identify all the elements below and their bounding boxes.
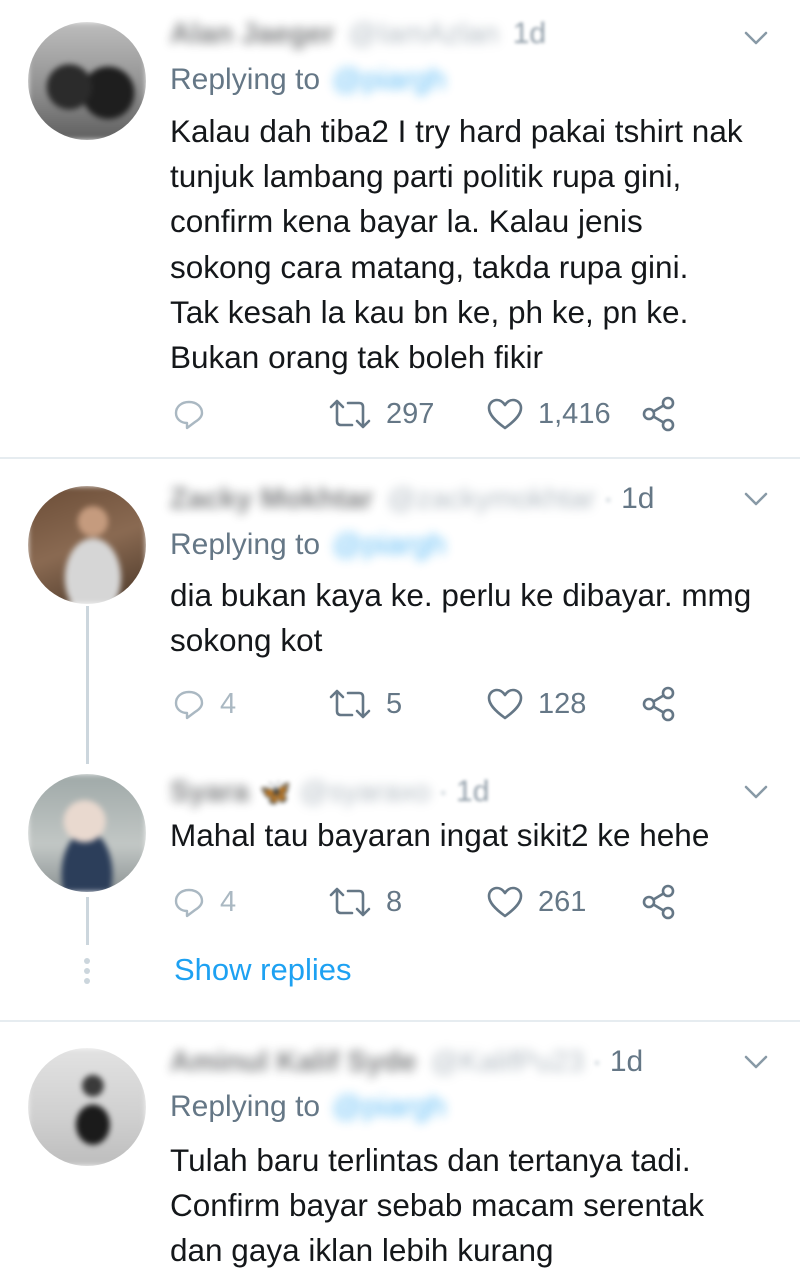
replying-handle-link[interactable]: @piargh xyxy=(332,1090,446,1124)
user-handle[interactable]: @IamAzlan xyxy=(348,18,498,51)
tweet-text: Tulah baru terlintas dan tertanya tadi. … xyxy=(170,1138,790,1274)
reply-button[interactable]: 4 xyxy=(172,882,236,922)
like-icon xyxy=(487,398,523,430)
reply-icon xyxy=(174,400,204,430)
tweet-header: Alan Jaeger @IamAzlan 1d xyxy=(170,14,546,54)
share-button[interactable] xyxy=(640,394,678,434)
tweet-text-line: dan gaya iklan lebih kurang xyxy=(170,1232,554,1269)
reply-count: 4 xyxy=(220,885,237,918)
user-handle[interactable]: @zackymokhtar xyxy=(387,483,595,516)
reply-button[interactable] xyxy=(172,394,220,434)
chevron-down-icon[interactable] xyxy=(740,22,772,54)
chevron-down-icon[interactable] xyxy=(740,1046,772,1078)
chevron-down-icon[interactable] xyxy=(740,776,772,808)
like-icon xyxy=(487,688,523,720)
tweet-text-line: Mahal tau bayaran ingat sikit2 ke hehe xyxy=(170,817,710,853)
like-button[interactable]: 1,416 xyxy=(486,394,611,434)
display-name[interactable]: Zacky Mokhtar xyxy=(170,483,373,516)
display-name[interactable]: Aminul Kalif Syde xyxy=(170,1046,417,1079)
tweet-text: dia bukan kaya ke. perlu ke dibayar. mmg… xyxy=(170,573,790,663)
share-button[interactable] xyxy=(640,882,678,922)
replying-to: Replying to @piargh xyxy=(170,1090,446,1124)
tweet-text-line: Confirm bayar sebab macam serentak xyxy=(170,1187,704,1224)
separator-dot: · xyxy=(592,1045,602,1078)
avatar[interactable] xyxy=(28,774,146,892)
replying-label: Replying to xyxy=(170,63,321,96)
tweet[interactable]: Aminul Kalif Syde @KalifPu23 · 1d Replyi… xyxy=(0,1022,800,1280)
thread-connector-line xyxy=(86,606,89,764)
tweet-text-line: Bukan orang tak boleh fikir xyxy=(170,339,543,376)
tweet-text-line: tunjuk lambang parti politik rupa gini, xyxy=(170,158,682,195)
avatar[interactable] xyxy=(28,22,146,140)
tweet-text-line: Tak kesah la kau bn ke, ph ke, pn ke. xyxy=(170,293,689,330)
replying-handle-link[interactable]: @piargh xyxy=(332,528,446,562)
like-icon xyxy=(487,886,523,918)
retweet-count: 297 xyxy=(386,397,435,430)
like-count: 261 xyxy=(538,885,587,918)
tweet-text-line: sokong kot xyxy=(170,622,323,659)
retweet-count: 5 xyxy=(386,687,403,720)
butterfly-emoji: 🦋 xyxy=(259,776,292,807)
tweet-text: Mahal tau bayaran ingat sikit2 ke hehe xyxy=(170,813,790,858)
share-button[interactable] xyxy=(640,684,678,724)
show-replies-link[interactable]: Show replies xyxy=(174,952,351,988)
retweet-button[interactable]: 8 xyxy=(328,882,402,922)
separator-dot: · xyxy=(438,775,449,808)
display-name[interactable]: Alan Jaeger xyxy=(170,18,334,51)
display-name[interactable]: Syara xyxy=(170,776,249,809)
share-icon xyxy=(642,396,675,432)
share-icon xyxy=(642,686,675,722)
tweet[interactable]: Syara 🦋 @syaraxo · 1d Mahal tau bayaran … xyxy=(0,760,800,1000)
timestamp[interactable]: 1d xyxy=(456,775,489,809)
replying-to: Replying to @piargh xyxy=(170,528,446,562)
reply-icon xyxy=(174,888,204,918)
retweet-count: 8 xyxy=(386,885,403,918)
avatar[interactable] xyxy=(28,486,146,604)
separator-dot: · xyxy=(603,482,614,515)
replying-to: Replying to @piargh xyxy=(170,63,446,97)
share-icon xyxy=(642,884,675,920)
retweet-button[interactable]: 5 xyxy=(328,684,402,724)
replying-label: Replying to xyxy=(170,528,321,561)
chevron-down-icon[interactable] xyxy=(740,483,772,515)
tweet-header: Syara 🦋 @syaraxo · 1d xyxy=(170,772,489,812)
reply-count: 4 xyxy=(220,687,237,720)
tweet-header: Zacky Mokhtar @zackymokhtar · 1d xyxy=(170,479,654,519)
tweet-text-line: Kalau dah tiba2 I try hard pakai tshirt … xyxy=(170,113,743,149)
retweet-icon xyxy=(329,689,371,719)
avatar[interactable] xyxy=(28,1048,146,1166)
tweet-actions: 4 5 128 xyxy=(170,684,710,724)
tweet-text: Kalau dah tiba2 I try hard pakai tshirt … xyxy=(170,109,790,380)
retweet-button[interactable]: 297 xyxy=(328,394,434,434)
replying-label: Replying to xyxy=(170,1090,321,1123)
like-button[interactable]: 128 xyxy=(486,684,586,724)
thread-dots xyxy=(84,958,91,988)
timestamp[interactable]: 1d xyxy=(610,1045,643,1079)
tweet-text-line: Tulah baru terlintas dan tertanya tadi. xyxy=(170,1142,691,1178)
timestamp[interactable]: 1d xyxy=(621,482,654,516)
tweet[interactable]: Alan Jaeger @IamAzlan 1d Replying to @pi… xyxy=(0,0,800,456)
replying-handle-link[interactable]: @piargh xyxy=(332,63,446,97)
tweet-text-line: confirm kena bayar la. Kalau jenis xyxy=(170,203,643,240)
like-button[interactable]: 261 xyxy=(486,882,586,922)
timestamp[interactable]: 1d xyxy=(513,17,546,51)
retweet-icon xyxy=(329,887,371,917)
reply-icon xyxy=(174,690,204,720)
tweet-text-line: sokong cara matang, takda rupa gini. xyxy=(170,248,689,285)
tweet[interactable]: Zacky Mokhtar @zackymokhtar · 1d Replyin… xyxy=(0,459,800,759)
reply-button[interactable]: 4 xyxy=(172,684,236,724)
thread-connector-line xyxy=(86,897,89,945)
tweet-header: Aminul Kalif Syde @KalifPu23 · 1d xyxy=(170,1042,643,1082)
like-count: 1,416 xyxy=(538,397,611,430)
like-count: 128 xyxy=(538,687,587,720)
tweet-actions: 297 1,416 xyxy=(170,394,710,434)
user-handle[interactable]: @syaraxo xyxy=(299,776,430,809)
tweet-actions: 4 8 261 xyxy=(170,882,710,922)
tweet-text-line: dia bukan kaya ke. perlu ke dibayar. mmg xyxy=(170,577,752,613)
user-handle[interactable]: @KalifPu23 xyxy=(431,1046,585,1079)
retweet-icon xyxy=(329,399,371,429)
